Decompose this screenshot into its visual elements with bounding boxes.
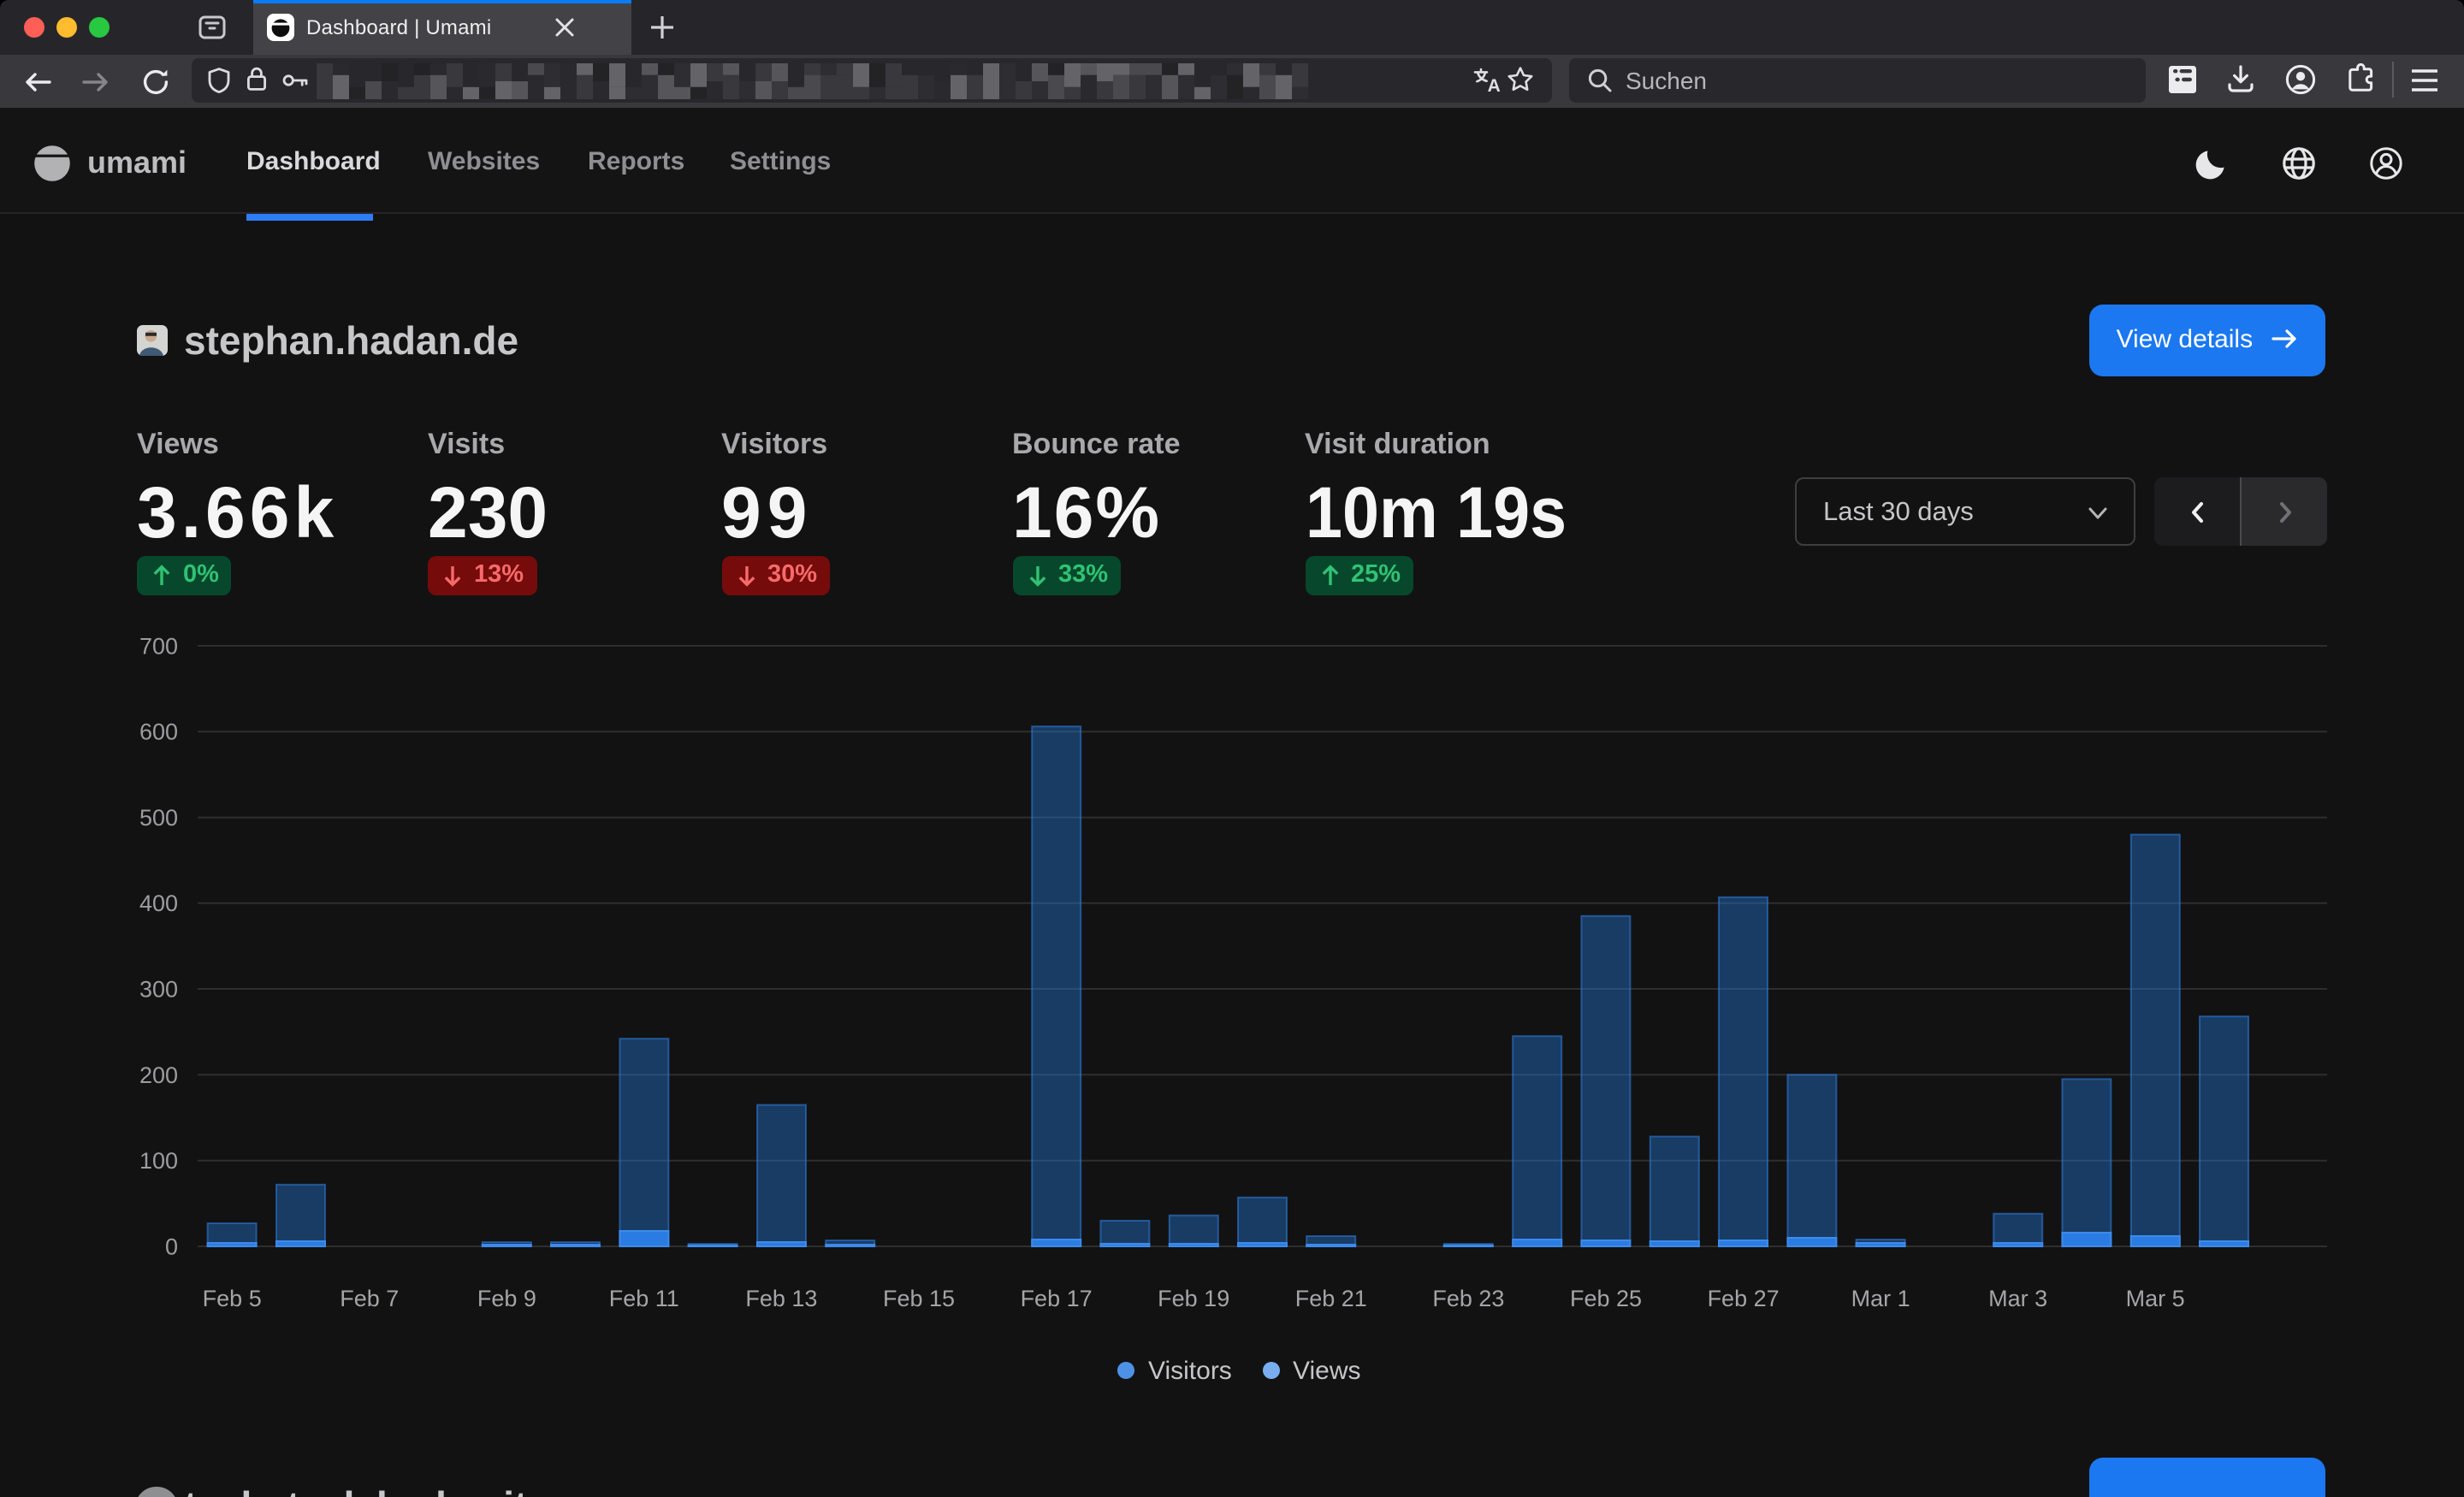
svg-text:Mar 3: Mar 3	[1988, 1286, 2047, 1311]
svg-text:Feb 5: Feb 5	[203, 1286, 262, 1311]
svg-text:Feb 7: Feb 7	[340, 1286, 399, 1311]
svg-text:Feb 27: Feb 27	[1708, 1286, 1780, 1311]
svg-text:200: 200	[139, 1062, 178, 1088]
svg-text:700: 700	[139, 633, 178, 659]
svg-text:500: 500	[139, 805, 178, 831]
svg-text:Feb 15: Feb 15	[883, 1286, 955, 1311]
svg-text:Feb 9: Feb 9	[477, 1286, 536, 1311]
svg-text:400: 400	[139, 891, 178, 916]
svg-text:Mar 1: Mar 1	[1851, 1286, 1910, 1311]
svg-text:Feb 17: Feb 17	[1021, 1286, 1093, 1311]
svg-text:Mar 5: Mar 5	[2126, 1286, 2185, 1311]
svg-text:Feb 25: Feb 25	[1570, 1286, 1642, 1311]
svg-text:Feb 19: Feb 19	[1158, 1286, 1229, 1311]
svg-text:Feb 21: Feb 21	[1295, 1286, 1367, 1311]
svg-text:Feb 11: Feb 11	[609, 1286, 679, 1311]
svg-text:Feb 23: Feb 23	[1432, 1286, 1504, 1311]
svg-text:300: 300	[139, 977, 178, 1003]
svg-text:0: 0	[165, 1234, 178, 1259]
svg-text:600: 600	[139, 719, 178, 745]
svg-text:Feb 13: Feb 13	[745, 1286, 817, 1311]
svg-text:100: 100	[139, 1148, 178, 1174]
